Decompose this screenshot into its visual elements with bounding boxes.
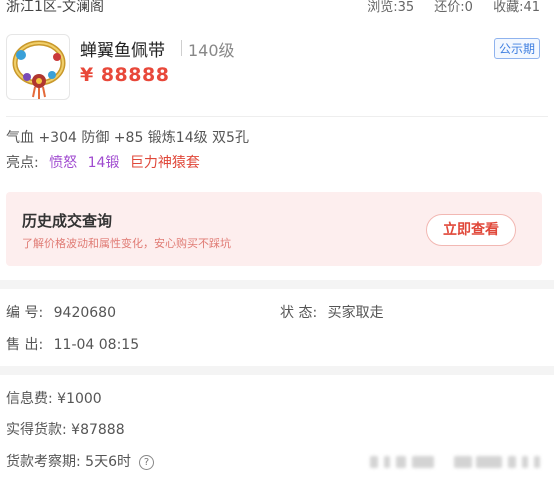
item-price: ¥ 88888	[80, 64, 170, 86]
blurred-text	[370, 456, 540, 468]
order-id: 编 号: 9420680	[6, 302, 116, 322]
views-count: 浏览:35	[367, 0, 415, 15]
item-image[interactable]	[6, 34, 70, 100]
review-period-text: 货款考察期: 5天6时	[6, 454, 131, 470]
highlight-tag: 14锻	[87, 155, 120, 171]
favorites-count: 收藏:41	[493, 0, 540, 15]
section-divider	[0, 280, 554, 289]
jade-belt-pendant-icon	[12, 40, 66, 99]
review-period: 货款考察期: 5天6时?	[6, 451, 154, 471]
bargain-count: 还价:0	[434, 0, 473, 15]
order-status: 状 态: 买家取走	[280, 302, 384, 322]
divider	[6, 116, 548, 117]
section-divider	[0, 366, 554, 375]
question-circle-icon[interactable]: ?	[138, 455, 154, 470]
sold-time-value: 11-04 08:15	[53, 337, 140, 353]
highlights-label: 亮点:	[6, 155, 39, 171]
item-level: 140级	[188, 41, 235, 60]
order-status-label: 状 态:	[280, 305, 318, 321]
sold-time-label: 售 出:	[6, 337, 44, 353]
history-subtitle: 了解价格波动和属性变化，安心购买不踩坑	[22, 237, 231, 250]
history-trade-card: 历史成交查询 了解价格波动和属性变化，安心购买不踩坑 立即查看	[6, 192, 542, 266]
item-attributes: 气血 +304 防御 +85 锻炼14级 双5孔	[6, 130, 249, 146]
order-status-value: 买家取走	[327, 305, 384, 321]
history-title: 历史成交查询	[22, 212, 113, 230]
view-history-button[interactable]: 立即查看	[426, 214, 516, 246]
received-amount: 实得货款: ¥87888	[6, 422, 125, 438]
server-name: 浙江1区-文澜阁	[6, 0, 104, 15]
order-id-value: 9420680	[53, 305, 116, 321]
order-id-label: 编 号:	[6, 305, 44, 321]
highlight-tag: 巨力神猿套	[129, 155, 200, 171]
item-highlights: 亮点: 愤怒 14锻 巨力神猿套	[6, 152, 200, 172]
item-name: 蝉翼鱼佩带	[80, 41, 165, 61]
top-bar: 浙江1区-文澜阁 浏览:35 还价:0 收藏:41	[0, 0, 554, 20]
highlight-tag: 愤怒	[49, 155, 78, 171]
public-period-badge: 公示期	[493, 38, 540, 59]
name-separator	[181, 40, 182, 56]
item-stats: 浏览:35 还价:0 收藏:41	[351, 0, 540, 15]
info-fee: 信息费: ¥1000	[6, 391, 102, 407]
sold-time: 售 出: 11-04 08:15	[6, 334, 139, 354]
